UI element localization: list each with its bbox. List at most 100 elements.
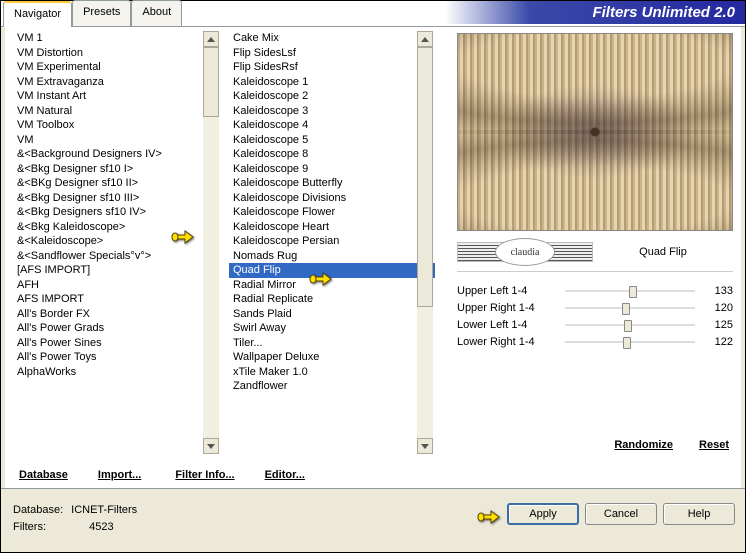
list-item[interactable]: &<Bkg Designer sf10 III> bbox=[13, 191, 221, 206]
link-button-row: Database Import... Filter Info... Editor… bbox=[5, 462, 741, 488]
list-item[interactable]: Kaleidoscope 3 bbox=[229, 104, 435, 119]
database-link[interactable]: Database bbox=[19, 469, 68, 481]
scroll-up-button[interactable] bbox=[203, 31, 219, 47]
list-item[interactable]: Radial Mirror bbox=[229, 278, 435, 293]
slider-thumb[interactable] bbox=[623, 337, 631, 349]
list-item[interactable]: VM Natural bbox=[13, 104, 221, 119]
list-item[interactable]: Swirl Away bbox=[229, 321, 435, 336]
list-item[interactable]: Kaleidoscope 8 bbox=[229, 147, 435, 162]
list-item[interactable]: &<BKg Designer sf10 II> bbox=[13, 176, 221, 191]
list-item[interactable]: Zandflower bbox=[229, 379, 435, 394]
list-item[interactable]: &<Bkg Designers sf10 IV> bbox=[13, 205, 221, 220]
scroll-down-button[interactable] bbox=[417, 438, 433, 454]
param-row: Upper Left 1-4 133 bbox=[457, 282, 733, 299]
slider-thumb[interactable] bbox=[624, 320, 632, 332]
param-label: Upper Right 1-4 bbox=[457, 302, 557, 314]
reset-link[interactable]: Reset bbox=[699, 439, 729, 451]
list-item[interactable]: Kaleidoscope 9 bbox=[229, 162, 435, 177]
list-item[interactable]: All's Border FX bbox=[13, 307, 221, 322]
import-link[interactable]: Import... bbox=[98, 469, 141, 481]
list-item[interactable]: Tiler... bbox=[229, 336, 435, 351]
list-item[interactable]: AFH bbox=[13, 278, 221, 293]
list-item[interactable]: VM Distortion bbox=[13, 46, 221, 61]
param-row: Lower Left 1-4125 bbox=[457, 316, 733, 333]
tab-about[interactable]: About bbox=[131, 0, 182, 26]
list-item[interactable]: Kaleidoscope Persian bbox=[229, 234, 435, 249]
app-title: Filters Unlimited 2.0 bbox=[445, 1, 745, 24]
parameter-list: Upper Left 1-4133Upper Right 1-4120Lower… bbox=[457, 282, 733, 350]
scroll-down-button[interactable] bbox=[203, 438, 219, 454]
list-item[interactable]: Nomads Rug bbox=[229, 249, 435, 264]
list-item[interactable]: VM Instant Art bbox=[13, 89, 221, 104]
list-item[interactable]: All's Power Sines bbox=[13, 336, 221, 351]
list-item[interactable]: Cake Mix bbox=[229, 31, 435, 46]
list-item[interactable]: VM Extravaganza bbox=[13, 75, 221, 90]
list-item[interactable]: All's Power Toys bbox=[13, 350, 221, 365]
param-slider[interactable] bbox=[565, 324, 695, 326]
list-item[interactable]: &<Sandflower Specials°v°> bbox=[13, 249, 221, 264]
scroll-thumb[interactable] bbox=[203, 47, 219, 117]
list-item[interactable]: Kaleidoscope Butterfly bbox=[229, 176, 435, 191]
db-label: Database: bbox=[13, 503, 69, 518]
param-value: 122 bbox=[703, 336, 733, 348]
filter-scrollbar[interactable] bbox=[417, 31, 433, 454]
list-item[interactable]: VM 1 bbox=[13, 31, 221, 46]
list-item[interactable]: Kaleidoscope 1 bbox=[229, 75, 435, 90]
list-item[interactable]: Kaleidoscope Heart bbox=[229, 220, 435, 235]
preview-pane: claudia Quad Flip Upper Left 1-4133Upper… bbox=[437, 27, 739, 458]
filter-count-value: 4523 bbox=[71, 520, 143, 535]
list-item[interactable]: Kaleidoscope Flower bbox=[229, 205, 435, 220]
list-item[interactable]: Radial Replicate bbox=[229, 292, 435, 307]
list-item[interactable]: VM Experimental bbox=[13, 60, 221, 75]
dialog-buttons: Apply Cancel Help bbox=[507, 503, 735, 525]
param-label: Upper Left 1-4 bbox=[457, 285, 557, 297]
tab-strip: Navigator Presets About bbox=[1, 0, 182, 26]
param-slider[interactable] bbox=[565, 307, 695, 309]
list-item[interactable]: xTile Maker 1.0 bbox=[229, 365, 435, 380]
lists-area: VM 1VM DistortionVM ExperimentalVM Extra… bbox=[5, 27, 435, 458]
list-item[interactable]: &<Bkg Kaleidoscope> bbox=[13, 220, 221, 235]
right-link-buttons: Randomize Reset bbox=[614, 432, 729, 458]
list-item[interactable]: Wallpaper Deluxe bbox=[229, 350, 435, 365]
list-item[interactable]: Flip SidesRsf bbox=[229, 60, 435, 75]
separator bbox=[457, 271, 733, 272]
editor-link[interactable]: Editor... bbox=[265, 469, 305, 481]
list-item[interactable]: Kaleidoscope 5 bbox=[229, 133, 435, 148]
help-button[interactable]: Help bbox=[663, 503, 735, 525]
list-item[interactable]: AFS IMPORT bbox=[13, 292, 221, 307]
param-value: 133 bbox=[703, 285, 733, 297]
cancel-button[interactable]: Cancel bbox=[585, 503, 657, 525]
slider-thumb[interactable] bbox=[629, 286, 637, 298]
list-item[interactable]: Flip SidesLsf bbox=[229, 46, 435, 61]
param-slider[interactable] bbox=[565, 290, 695, 292]
list-item[interactable]: &<Bkg Designer sf10 I> bbox=[13, 162, 221, 177]
param-value: 125 bbox=[703, 319, 733, 331]
list-item[interactable]: [AFS IMPORT] bbox=[13, 263, 221, 278]
slider-thumb[interactable] bbox=[622, 303, 630, 315]
tab-presets[interactable]: Presets bbox=[72, 0, 131, 26]
filter-info-link[interactable]: Filter Info... bbox=[175, 469, 234, 481]
category-listbox[interactable]: VM 1VM DistortionVM ExperimentalVM Extra… bbox=[5, 27, 221, 458]
list-item[interactable]: VM bbox=[13, 133, 221, 148]
param-label: Lower Right 1-4 bbox=[457, 336, 557, 348]
scroll-up-button[interactable] bbox=[417, 31, 433, 47]
list-item[interactable]: &<Kaleidoscope> bbox=[13, 234, 221, 249]
param-slider[interactable] bbox=[565, 341, 695, 343]
randomize-link[interactable]: Randomize bbox=[614, 439, 673, 451]
list-item[interactable]: Kaleidoscope 2 bbox=[229, 89, 435, 104]
filter-listbox[interactable]: Cake MixFlip SidesLsfFlip SidesRsfKaleid… bbox=[221, 27, 435, 458]
list-item[interactable]: Kaleidoscope 4 bbox=[229, 118, 435, 133]
list-item[interactable]: Kaleidoscope Divisions bbox=[229, 191, 435, 206]
list-item[interactable]: Quad Flip bbox=[229, 263, 435, 278]
category-scrollbar[interactable] bbox=[203, 31, 219, 454]
filter-count-label: Filters: bbox=[13, 520, 69, 535]
tab-navigator[interactable]: Navigator bbox=[3, 1, 72, 27]
list-item[interactable]: &<Background Designers IV> bbox=[13, 147, 221, 162]
apply-button[interactable]: Apply bbox=[507, 503, 579, 525]
preview-image bbox=[457, 33, 733, 231]
list-item[interactable]: AlphaWorks bbox=[13, 365, 221, 380]
list-item[interactable]: Sands Plaid bbox=[229, 307, 435, 322]
list-item[interactable]: VM Toolbox bbox=[13, 118, 221, 133]
scroll-thumb[interactable] bbox=[417, 47, 433, 307]
list-item[interactable]: All's Power Grads bbox=[13, 321, 221, 336]
